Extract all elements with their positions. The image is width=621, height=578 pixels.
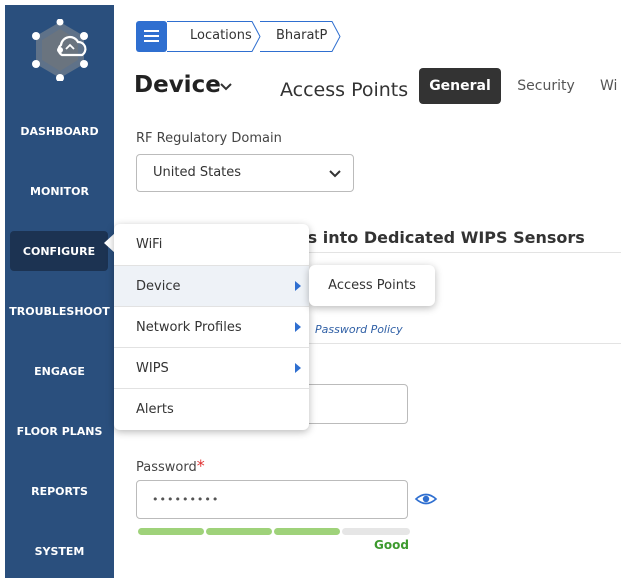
strength-label: Good (374, 538, 409, 552)
device-submenu: Access Points (309, 265, 435, 306)
strength-segment (206, 528, 272, 535)
strength-segment (342, 528, 410, 535)
tab-truncated[interactable]: Wi (600, 68, 621, 104)
nav-reports[interactable]: REPORTS (5, 471, 114, 511)
sidebar: DASHBOARD MONITOR CONFIGURE TROUBLESHOOT… (5, 5, 114, 578)
breadcrumb-item-locations[interactable]: Locations (190, 28, 252, 43)
page-subtitle: Access Points (280, 79, 409, 101)
page-title[interactable]: Device (134, 72, 221, 98)
logo-icon (32, 19, 88, 81)
submenu-item-access-points[interactable]: Access Points (328, 278, 416, 293)
divider (300, 252, 621, 253)
menu-item-label: WIPS (136, 361, 169, 376)
menu-item-label: Alerts (136, 402, 174, 417)
menu-item-network-profiles[interactable]: Network Profiles (114, 307, 309, 348)
required-mark: * (196, 456, 205, 475)
menu-item-wips[interactable]: WIPS (114, 348, 309, 389)
password-label-text: Password (136, 460, 197, 475)
menu-item-alerts[interactable]: Alerts (114, 389, 309, 430)
divider (300, 343, 621, 344)
configure-menu: WiFi Device Network Profiles WIPS Alerts (114, 224, 309, 430)
nav-system[interactable]: SYSTEM (5, 531, 114, 571)
menu-item-label: WiFi (136, 237, 163, 252)
menu-item-device[interactable]: Device (114, 266, 309, 307)
strength-segment (138, 528, 204, 535)
section-title: ts into Dedicated WIPS Sensors (300, 228, 585, 247)
hamburger-menu-button[interactable] (136, 21, 167, 52)
password-label: Password* (136, 456, 205, 475)
eye-icon[interactable] (414, 491, 438, 507)
rf-domain-select[interactable]: United States (136, 154, 354, 192)
chevron-right-icon (295, 322, 301, 332)
menu-item-label: Device (136, 279, 181, 294)
tab-general[interactable]: General (419, 68, 501, 104)
nav-engage[interactable]: ENGAGE (5, 351, 114, 391)
menu-item-label: Network Profiles (136, 320, 242, 335)
password-policy-link[interactable]: Password Policy (315, 323, 403, 336)
chevron-right-icon (295, 281, 301, 291)
breadcrumb-item-current[interactable]: BharatP (276, 28, 327, 43)
chevron-down-icon[interactable] (220, 83, 232, 91)
nav-configure[interactable]: CONFIGURE (10, 231, 108, 271)
tab-security[interactable]: Security (510, 68, 582, 104)
menu-item-wifi[interactable]: WiFi (114, 224, 309, 265)
password-value: ••••••••• (152, 493, 220, 506)
nav-dashboard[interactable]: DASHBOARD (5, 111, 114, 151)
chevron-down-icon (329, 170, 341, 178)
rf-domain-value: United States (153, 165, 242, 180)
rf-domain-label: RF Regulatory Domain (136, 131, 282, 146)
chevron-right-icon (295, 363, 301, 373)
strength-segment (274, 528, 340, 535)
nav-troubleshoot[interactable]: TROUBLESHOOT (5, 291, 114, 331)
nav-monitor[interactable]: MONITOR (5, 171, 114, 211)
nav-floor-plans[interactable]: FLOOR PLANS (5, 411, 114, 451)
